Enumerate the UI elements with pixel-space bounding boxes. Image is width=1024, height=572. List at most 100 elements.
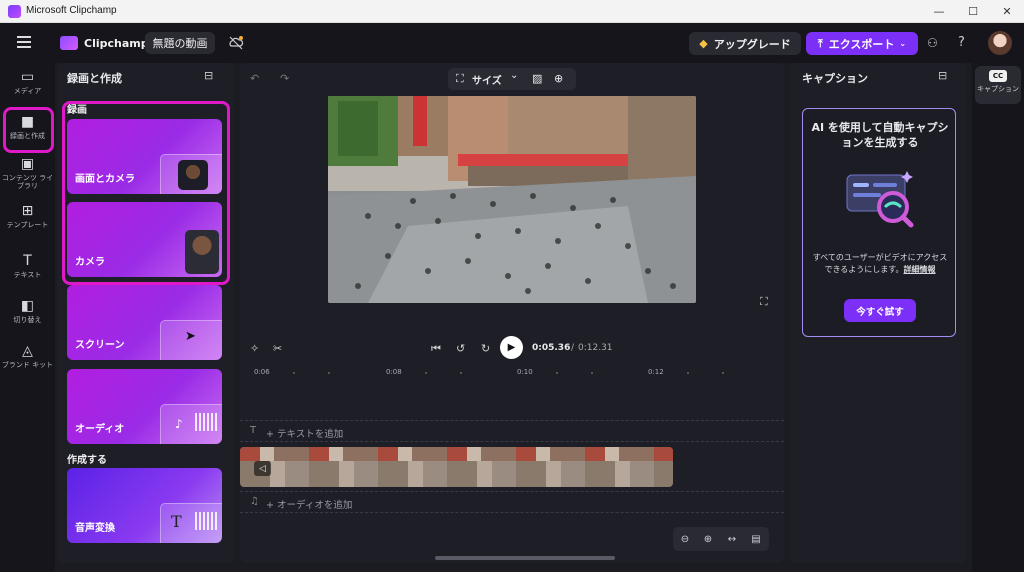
card-text-to-speech[interactable]: T 音声変換 — [67, 468, 222, 543]
forward-5s-icon[interactable]: ↻ — [481, 342, 490, 355]
speaker-icon[interactable]: ◁ — [254, 461, 271, 476]
rail-item-transitions[interactable]: ◧ 切り替え — [0, 298, 55, 324]
preview-toolbar: ⛶ サイズ ⌄ ▨ ⊕ — [448, 68, 576, 90]
add-text-label[interactable]: + テキストを追加 — [266, 426, 343, 440]
card-label: スクリーン — [75, 340, 125, 351]
share-people-icon[interactable]: ⚇ — [927, 36, 938, 50]
ruler-tick: 0:10 — [517, 368, 533, 376]
clipchamp-logo — [60, 36, 78, 50]
card-screen[interactable]: ➤ スクリーン — [67, 285, 222, 360]
upgrade-button[interactable]: ◆ アップグレード — [689, 32, 801, 55]
split-scissors-icon[interactable]: ✂ — [273, 342, 282, 355]
hamburger-menu-icon[interactable] — [17, 36, 31, 48]
upload-icon: ⤒ — [817, 36, 823, 50]
window-titlebar: Microsoft Clipchamp — ☐ ✕ — [0, 0, 1024, 23]
video-clip[interactable]: ◁ — [240, 447, 673, 487]
app-name: Clipchamp — [84, 37, 149, 50]
record-cards-highlight-outline — [62, 101, 230, 285]
collapse-panel-icon[interactable]: ⊟ — [938, 69, 947, 82]
minimize-button[interactable]: — — [922, 0, 956, 23]
ruler-tick: 0:12 — [648, 368, 664, 376]
rail-item-media[interactable]: ▭ メディア — [0, 69, 55, 95]
add-audio-label[interactable]: + オーディオを追加 — [266, 497, 352, 511]
transitions-icon: ◧ — [20, 298, 35, 314]
folder-icon: ▭ — [20, 69, 35, 85]
rail-item-text[interactable]: T テキスト — [0, 253, 55, 279]
resize-icon: ⛶ — [456, 72, 464, 85]
chevron-down-icon: ⌄ — [899, 39, 907, 48]
top-bar: Clipchamp 無題の動画 ◆ アップグレード ⤒ エクスポート ⌄ ⚇ ? — [0, 23, 1024, 63]
captions-illustration — [841, 169, 921, 229]
chevron-down-icon: ⌄ — [510, 70, 519, 81]
captions-panel: キャプション ⊟ AI を使用して自動キャプションを生成する すべてのユーザーが… — [790, 63, 966, 563]
add-media-icon[interactable]: ⊕ — [554, 72, 563, 85]
collapse-panel-icon[interactable]: ⊟ — [204, 69, 213, 82]
editor-center: ↶ ↷ ⛶ サイズ ⌄ ▨ ⊕ ⛶ ✧ ✂ ⏮ ↺ ↻ ▶ 0:05.36 / … — [240, 63, 784, 563]
card-description: すべてのユーザーがビデオにアクセスできるようにします。詳細情報 — [811, 252, 949, 276]
cc-icon: CC — [989, 70, 1007, 82]
rail-item-templates[interactable]: ⊞ テンプレート — [0, 203, 55, 229]
panel-title: 録画と作成 — [67, 72, 122, 85]
crop-background-icon[interactable]: ▨ — [532, 72, 542, 85]
rewind-5s-icon[interactable]: ↺ — [456, 342, 465, 355]
timeline-scrollbar[interactable] — [435, 556, 615, 560]
skip-to-start-icon[interactable]: ⏮ — [431, 342, 441, 356]
card-label: オーディオ — [75, 424, 125, 435]
text-glyph-icon: T — [171, 512, 182, 531]
learn-more-link[interactable]: 詳細情報 — [904, 265, 936, 274]
right-rail: CC キャプション — [972, 63, 1024, 572]
music-note-icon: ♫ — [250, 496, 259, 507]
time-separator: / — [571, 343, 575, 353]
card-title: AI を使用して自動キャプションを生成する — [811, 121, 949, 149]
diamond-icon: ◆ — [699, 37, 708, 50]
play-icon: ▶ — [507, 342, 516, 353]
help-icon[interactable]: ? — [958, 35, 965, 50]
card-label: 音声変換 — [75, 523, 115, 534]
waveform-icon — [195, 512, 217, 530]
panel-title: キャプション — [802, 72, 868, 85]
section-create: 作成する — [67, 455, 107, 466]
export-button[interactable]: ⤒ エクスポート ⌄ — [806, 32, 918, 55]
size-button[interactable]: サイズ — [472, 72, 502, 87]
maximize-button[interactable]: ☐ — [956, 0, 990, 23]
zoom-controls: ⊖ ⊕ ↔ ▤ — [673, 527, 769, 551]
templates-icon: ⊞ — [21, 203, 34, 219]
undo-icon[interactable]: ↶ — [250, 72, 259, 85]
rail-highlight-outline — [3, 107, 54, 153]
captions-tab-label: キャプション — [977, 85, 1019, 93]
try-now-button[interactable]: 今すぐ試す — [844, 299, 916, 322]
text-track[interactable]: T + テキストを追加 — [240, 420, 784, 442]
project-name-button[interactable]: 無題の動画 — [145, 32, 215, 54]
cloud-sync-off-icon[interactable] — [228, 35, 244, 51]
brand-kit-icon: ◬ — [22, 343, 33, 359]
timeline-settings-icon[interactable]: ▤ — [746, 530, 766, 548]
waveform-icon — [195, 413, 217, 431]
audio-track[interactable]: ♫ + オーディオを追加 — [240, 491, 784, 513]
rail-item-content-library[interactable]: ▣ コンテンツ ライブラリ — [0, 156, 55, 190]
text-icon: T — [23, 253, 32, 269]
microphone-icon: ♪ — [175, 417, 183, 431]
rail-item-brand-kit[interactable]: ◬ ブランド キット — [0, 343, 55, 369]
window-title: Microsoft Clipchamp — [26, 5, 117, 16]
zoom-in-icon[interactable]: ⊕ — [698, 530, 718, 548]
avatar[interactable] — [988, 31, 1012, 55]
zoom-out-icon[interactable]: ⊖ — [675, 530, 695, 548]
time-total: 0:12.31 — [578, 343, 613, 353]
fit-timeline-icon[interactable]: ↔ — [722, 530, 742, 548]
fullscreen-icon[interactable]: ⛶ — [760, 295, 768, 309]
cursor-icon: ➤ — [185, 329, 196, 344]
clipchamp-app-icon — [8, 5, 21, 18]
auto-captions-card: AI を使用して自動キャプションを生成する すべてのユーザーがビデオにアクセスで… — [802, 108, 956, 337]
video-preview[interactable] — [328, 96, 696, 303]
card-audio[interactable]: ♪ オーディオ — [67, 369, 222, 444]
library-icon: ▣ — [20, 156, 35, 172]
ruler-tick: 0:06 — [254, 368, 270, 376]
close-button[interactable]: ✕ — [990, 0, 1024, 23]
ruler-tick: 0:08 — [386, 368, 402, 376]
redo-icon[interactable]: ↷ — [280, 72, 289, 85]
captions-tab[interactable]: CC キャプション — [975, 66, 1021, 104]
time-current: 0:05.36 — [532, 343, 571, 353]
text-track-icon: T — [250, 425, 257, 436]
magic-tools-icon[interactable]: ✧ — [250, 342, 259, 355]
play-button[interactable]: ▶ — [500, 336, 523, 359]
